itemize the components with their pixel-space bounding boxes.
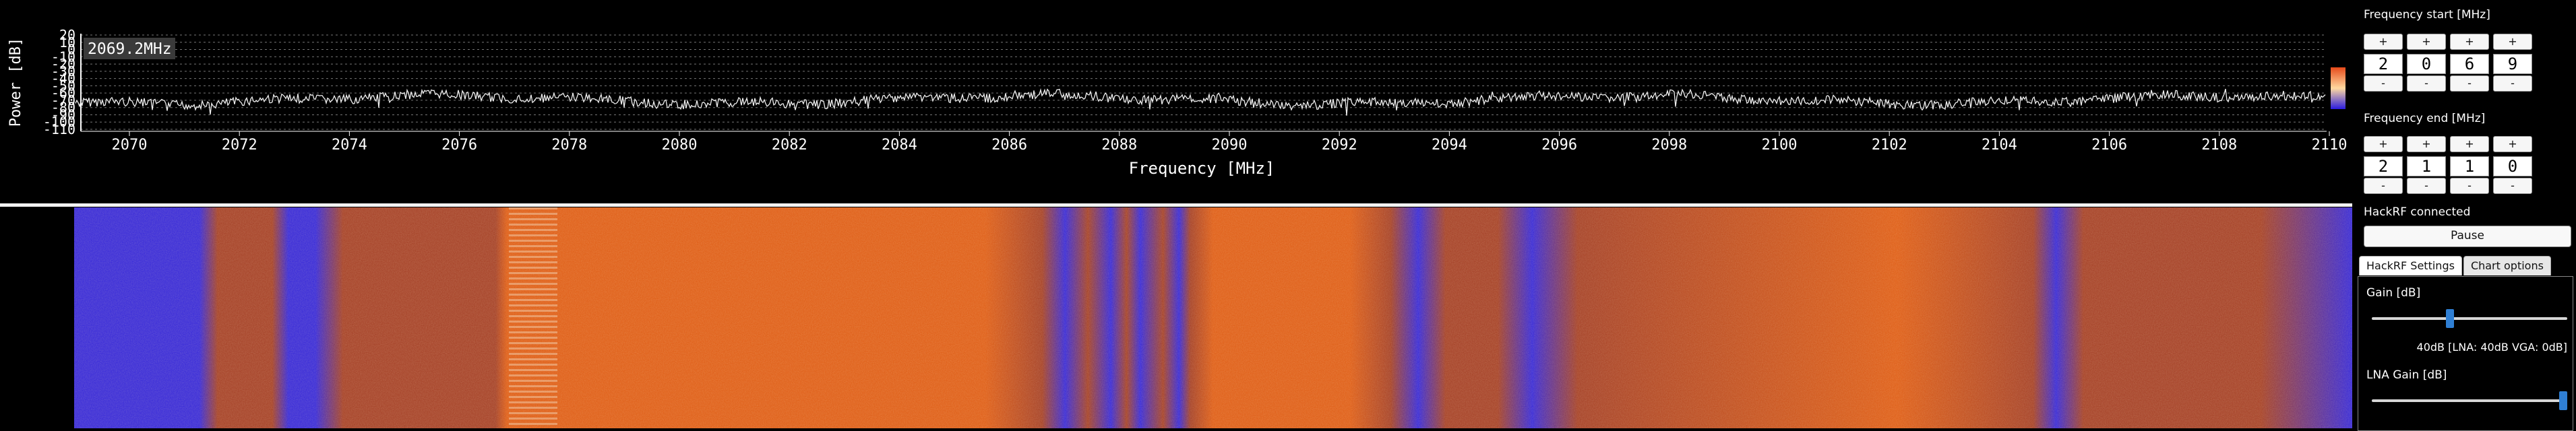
freq-start-digit-4: 9: [2493, 54, 2532, 74]
frequency-readout: 2069.2MHz: [88, 40, 172, 58]
gain-label: Gain [dB]: [2366, 286, 2421, 300]
pause-button[interactable]: Pause: [2364, 226, 2571, 247]
gain-slider-thumb[interactable]: [2446, 309, 2454, 328]
freq-start-digit-4-minus-button[interactable]: -: [2493, 75, 2532, 92]
spectrum-plot[interactable]: 20 10 0 -10 -20 -30 -40 -50 -60 -70 -80 -90 -100 -110…: [0, 0, 2352, 202]
frequency-start-title: Frequency start [MHz]: [2364, 8, 2490, 22]
lna-gain-slider-track[interactable]: [2372, 399, 2567, 402]
frequency-tick-label: 2076: [441, 137, 477, 154]
freq-end-digit-4: 0: [2493, 156, 2532, 176]
waterfall-left-margin: [0, 207, 74, 428]
frequency-tick-label: 2070: [112, 137, 148, 154]
plot-divider: [0, 203, 2352, 207]
frequency-tick-label: 2094: [1432, 137, 1467, 154]
waterfall-striped-carrier: [509, 207, 557, 428]
y-axis-label: Power [dB]: [7, 38, 24, 127]
frequency-tick-label: 2084: [882, 137, 917, 154]
freq-end-digit-4-minus-button[interactable]: -: [2493, 178, 2532, 194]
tab-chart-options[interactable]: Chart options: [2463, 256, 2551, 275]
gain-slider-track[interactable]: [2372, 317, 2567, 320]
freq-end-digit-1: 2: [2364, 156, 2403, 176]
freq-end-digit-3: 1: [2450, 156, 2489, 176]
control-panel: Frequency start [MHz] + + + + 2 0 6 9 - …: [2356, 0, 2576, 431]
freq-start-digit-1-minus-button[interactable]: -: [2364, 75, 2403, 92]
frequency-tick-label: 2096: [1541, 137, 1577, 154]
freq-start-digit-1: 2: [2364, 54, 2403, 74]
frequency-tick-label: 2090: [1212, 137, 1248, 154]
frequency-end-title: Frequency end [MHz]: [2364, 112, 2486, 125]
frequency-end-plus-row: + + + +: [2364, 136, 2536, 152]
freq-end-digit-2-minus-button[interactable]: -: [2407, 178, 2446, 194]
frequency-tick-label: 2098: [1651, 137, 1687, 154]
frequency-axis-ticks: 2070 2072 2074 2076 2078 2080 2082 2084 2086 2088…: [112, 131, 2348, 154]
frequency-tick-label: 2100: [1762, 137, 1798, 154]
frequency-tick-label: 2104: [1982, 137, 2017, 154]
frequency-tick-label: 2092: [1322, 137, 1357, 154]
freq-start-digit-2: 0: [2407, 54, 2446, 74]
tab-hackrf-settings[interactable]: HackRF Settings: [2359, 256, 2462, 275]
colorbar: [2331, 67, 2345, 109]
lna-gain-slider-thumb[interactable]: [2559, 391, 2567, 410]
connection-status: HackRF connected: [2364, 205, 2471, 219]
freq-end-digit-2: 1: [2407, 156, 2446, 176]
freq-end-digit-4-plus-button[interactable]: +: [2493, 136, 2532, 152]
power-tick-label: -110: [43, 121, 75, 137]
frequency-tick-label: 2074: [332, 137, 367, 154]
power-grid: [81, 34, 2327, 130]
frequency-tick-label: 2078: [551, 137, 587, 154]
frequency-tick-label: 2088: [1101, 137, 1137, 154]
lna-gain-label: LNA Gain [dB]: [2366, 368, 2447, 382]
gain-value: 40dB [LNA: 40dB VGA: 0dB]: [2416, 341, 2567, 354]
freq-start-digit-2-plus-button[interactable]: +: [2407, 34, 2446, 50]
freq-start-digit-4-plus-button[interactable]: +: [2493, 34, 2532, 50]
freq-end-digit-1-plus-button[interactable]: +: [2364, 136, 2403, 152]
settings-tabs: HackRF Settings Chart options: [2359, 256, 2552, 276]
frequency-tick-label: 2086: [991, 137, 1027, 154]
frequency-tick-label: 2072: [222, 137, 257, 154]
freq-start-digit-3-plus-button[interactable]: +: [2450, 34, 2489, 50]
freq-end-digit-3-minus-button[interactable]: -: [2450, 178, 2489, 194]
freq-end-digit-3-plus-button[interactable]: +: [2450, 136, 2489, 152]
freq-start-digit-2-minus-button[interactable]: -: [2407, 75, 2446, 92]
frequency-tick-label: 2080: [662, 137, 698, 154]
freq-start-digit-3-minus-button[interactable]: -: [2450, 75, 2489, 92]
frequency-tick-label: 2102: [1872, 137, 1907, 154]
power-axis-ticks: 20100-10-20-30-40-50-60-70-80-90-100-110: [43, 27, 75, 137]
frequency-start-minus-row: - - - -: [2364, 75, 2536, 92]
freq-start-digit-3: 6: [2450, 54, 2489, 74]
freq-start-digit-1-plus-button[interactable]: +: [2364, 34, 2403, 50]
frequency-start-digits: 2 0 6 9: [2364, 54, 2536, 74]
waterfall-noise: [74, 207, 2352, 428]
frequency-end-digits: 2 1 1 0: [2364, 156, 2536, 176]
frequency-start-plus-row: + + + +: [2364, 34, 2536, 50]
waterfall-display[interactable]: [0, 207, 2352, 428]
x-axis-label: Frequency [MHz]: [1129, 159, 1275, 178]
frequency-end-minus-row: - - - -: [2364, 178, 2536, 194]
freq-end-digit-1-minus-button[interactable]: -: [2364, 178, 2403, 194]
frequency-tick-label: 2082: [772, 137, 807, 154]
frequency-tick-label: 2110: [2312, 137, 2348, 154]
hackrf-settings-panel: Gain [dB] 40dB [LNA: 40dB VGA: 0dB] LNA …: [2358, 276, 2573, 431]
frequency-tick-label: 2108: [2201, 137, 2237, 154]
frequency-tick-label: 2106: [2091, 137, 2127, 154]
freq-end-digit-2-plus-button[interactable]: +: [2407, 136, 2446, 152]
